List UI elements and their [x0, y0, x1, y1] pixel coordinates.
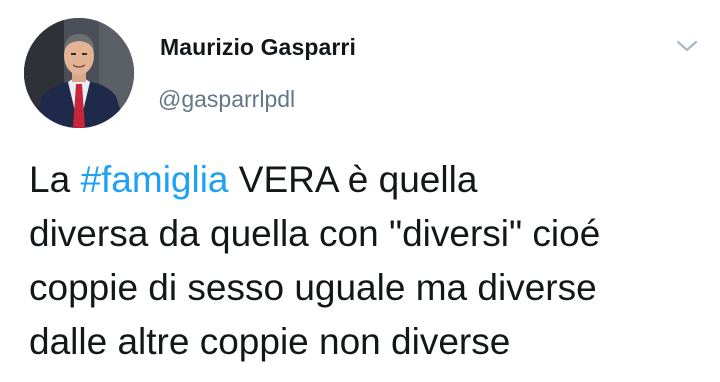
- user-avatar[interactable]: [24, 18, 134, 128]
- tweet-text: La #famiglia VERA è quella diversa da qu…: [29, 153, 709, 369]
- chevron-down-icon[interactable]: [676, 38, 698, 54]
- tweet-line-4: dalle altre coppie non diverse: [29, 321, 511, 362]
- tweet-line-3: coppie di sesso uguale ma diverse: [29, 267, 597, 308]
- tweet-card: Maurizio Gasparri @gasparrlpdl La #famig…: [0, 0, 720, 382]
- tweet-text-segment: La: [29, 159, 81, 200]
- tweet-line-2: diversa da quella con "diversi" cioé: [29, 213, 601, 254]
- tweet-text-segment: VERA è quella: [228, 159, 478, 200]
- display-name[interactable]: Maurizio Gasparri: [160, 34, 356, 61]
- profile-photo-icon: [24, 18, 134, 128]
- tweet-line-1: La #famiglia VERA è quella: [29, 153, 709, 207]
- hashtag-link[interactable]: #famiglia: [80, 159, 228, 200]
- user-handle[interactable]: @gasparrlpdl: [158, 86, 295, 113]
